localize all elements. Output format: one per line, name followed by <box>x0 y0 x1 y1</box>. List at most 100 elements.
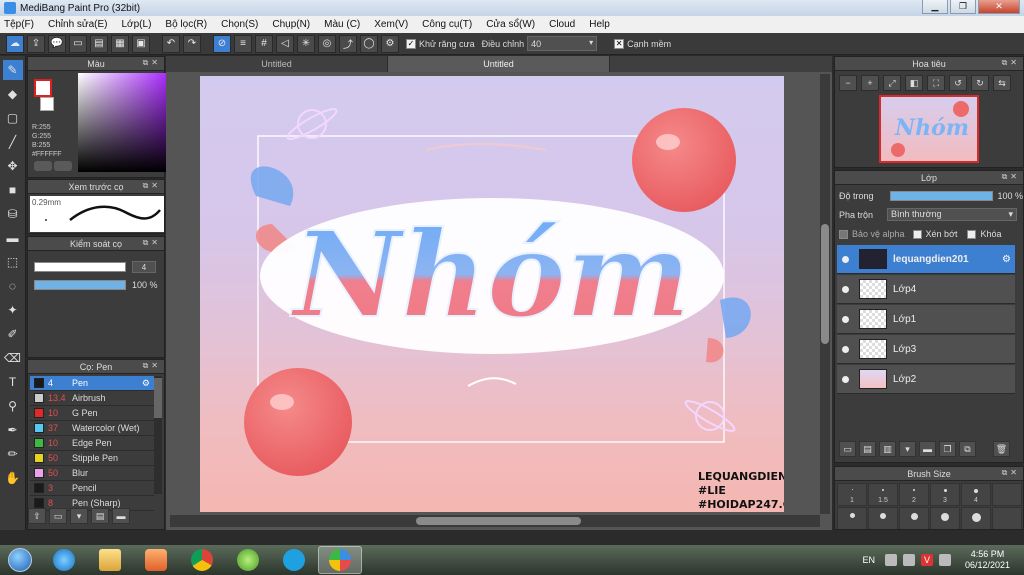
antialias-toggle[interactable]: ✓ Khử răng cưa <box>406 38 475 49</box>
soft-edge-toggle[interactable]: ✕ Cạnh mềm <box>614 38 671 49</box>
start-button[interactable] <box>0 545 40 575</box>
rotate-right-icon[interactable]: ↻ <box>971 75 989 91</box>
brush-size-cell[interactable] <box>899 507 929 529</box>
grid-snap-icon[interactable]: # <box>255 34 273 53</box>
taskbar-media[interactable] <box>134 546 178 574</box>
eraser-tool-icon[interactable]: ◆ <box>3 84 23 104</box>
canvas-vertical-scrollbar[interactable] <box>820 74 830 514</box>
fit-window-icon[interactable]: ⤢ <box>883 75 901 91</box>
gear-icon[interactable]: ⚙ <box>142 378 150 389</box>
grid-icon[interactable]: ▣ <box>132 34 150 53</box>
snap-settings-icon[interactable]: ⚙ <box>381 34 399 53</box>
brush-item-g-pen[interactable]: 10 G Pen <box>30 406 154 421</box>
delete-layer-icon[interactable]: 🗑 <box>993 441 1010 457</box>
cloud-icon[interactable]: ☁ <box>6 34 24 53</box>
copy-brush-icon[interactable]: ▤ <box>91 508 109 524</box>
text-tool-icon[interactable]: T <box>3 372 23 392</box>
eye-icon[interactable] <box>837 315 853 323</box>
layer-opacity-slider[interactable] <box>889 191 994 201</box>
eye-icon[interactable] <box>837 345 853 353</box>
redo-icon[interactable]: ↷ <box>183 34 201 53</box>
layer-item[interactable]: Lớp1 <box>837 305 1015 334</box>
taskbar-explorer[interactable] <box>88 546 132 574</box>
panel-controls-icon[interactable]: ⧉✕ <box>143 238 161 248</box>
eyedropper-tool-icon[interactable]: ✒ <box>3 420 23 440</box>
menu-window[interactable]: Cửa sổ(W) <box>486 19 535 30</box>
brush-size-cell[interactable]: 2 <box>899 483 929 506</box>
layer-item[interactable]: Lớp4 <box>837 275 1015 304</box>
menu-help[interactable]: Help <box>589 19 610 30</box>
brush-item-airbrush[interactable]: 13.4 Airbrush <box>30 391 154 406</box>
fill-shape-tool-icon[interactable]: ■ <box>3 180 23 200</box>
merge-layer-icon[interactable]: ⧉ <box>959 441 976 457</box>
select-eraser-tool-icon[interactable]: ⌫ <box>3 348 23 368</box>
foreground-color-swatch[interactable] <box>34 79 52 97</box>
eye-icon[interactable] <box>837 375 853 383</box>
layer-menu-icon[interactable]: ▾ <box>899 441 916 457</box>
layer-folder-icon[interactable]: ▬ <box>919 441 936 457</box>
brush-tool-icon[interactable]: ✎ <box>2 60 23 80</box>
protect-alpha-checkbox[interactable] <box>839 229 848 239</box>
lock-checkbox[interactable] <box>967 229 977 239</box>
panel-controls-icon[interactable]: ⧉✕ <box>143 181 161 191</box>
snap-off-icon[interactable]: ⊘ <box>213 34 231 53</box>
unikey-icon[interactable]: V <box>920 554 933 566</box>
panel-controls-icon[interactable]: ⧉✕ <box>1002 172 1020 182</box>
gradient-tool-icon[interactable]: ▬ <box>3 228 23 248</box>
panel-controls-icon[interactable]: ⧉✕ <box>143 58 161 68</box>
add-brush-icon[interactable]: ▭ <box>49 508 67 524</box>
chat-icon[interactable]: 💬 <box>48 34 66 53</box>
brush-list-scrollbar[interactable] <box>154 376 162 494</box>
brush-size-cell[interactable] <box>930 507 960 529</box>
new-layer-icon[interactable]: ▭ <box>839 441 856 457</box>
gallery-icon[interactable]: ▦ <box>111 34 129 53</box>
close-button[interactable]: ✕ <box>978 0 1020 14</box>
zoom-in-icon[interactable]: + <box>861 75 879 91</box>
brush-folder-icon[interactable]: ▬ <box>112 508 130 524</box>
background-color-swatch[interactable] <box>40 97 54 111</box>
brush-item-stipple-pen[interactable]: 50 Stipple Pen <box>30 451 154 466</box>
menu-layer[interactable]: Lớp(L) <box>122 19 152 30</box>
new-page-icon[interactable]: ▭ <box>69 34 87 53</box>
panel-controls-icon[interactable]: ⧉✕ <box>1002 58 1020 68</box>
system-clock[interactable]: 4:56 PM 06/12/2021 <box>965 549 1010 571</box>
soft-edge-checkbox[interactable]: ✕ <box>614 38 625 49</box>
brush-item-pencil[interactable]: 3 Pencil <box>30 481 154 496</box>
color-mode-button[interactable] <box>34 161 52 171</box>
brush-size-cell[interactable] <box>992 483 1022 506</box>
antialias-checkbox[interactable]: ✓ <box>406 38 416 49</box>
actual-size-icon[interactable]: ◧ <box>905 75 923 91</box>
minimize-button[interactable]: ▁ <box>922 0 948 14</box>
brush-size-cell[interactable] <box>961 507 991 529</box>
brush-menu-icon[interactable]: ▾ <box>70 508 88 524</box>
clipping-checkbox[interactable] <box>912 229 922 239</box>
menu-select[interactable]: Chọn(S) <box>221 19 258 30</box>
volume-icon[interactable] <box>938 554 951 566</box>
hand-tool-icon[interactable]: ✋ <box>3 468 23 488</box>
layer-blend-select[interactable]: Bình thường <box>887 208 1018 221</box>
tab-untitled-2[interactable]: Untitled <box>388 56 610 72</box>
brush-opacity-slider[interactable] <box>34 280 126 290</box>
document-icon[interactable]: ▤ <box>90 34 108 53</box>
brush-item-edge-pen[interactable]: 10 Edge Pen <box>30 436 154 451</box>
select-tool-icon[interactable]: ⬚ <box>3 252 23 272</box>
zoom-out-icon[interactable]: − <box>839 75 857 91</box>
parallel-snap-icon[interactable]: ≡ <box>234 34 252 53</box>
eye-icon[interactable] <box>837 285 853 293</box>
brush-item-pen[interactable]: 4 Pen ⚙ <box>30 376 154 391</box>
tray-flag-icon[interactable] <box>902 554 915 566</box>
select-pen-tool-icon[interactable]: ✐ <box>3 324 23 344</box>
brush-size-cell[interactable] <box>868 507 898 529</box>
flip-icon[interactable]: ⇆ <box>993 75 1011 91</box>
brush-item-watercolor[interactable]: 37 Watercolor (Wet) <box>30 421 154 436</box>
dropper-tool-icon[interactable]: ✏ <box>3 444 23 464</box>
taskbar-coccoc[interactable] <box>226 546 270 574</box>
lasso-tool-icon[interactable]: ◌ <box>3 276 23 296</box>
brush-size-cell[interactable]: 3 <box>930 483 960 506</box>
menu-file[interactable]: Tệp(F) <box>4 19 34 30</box>
menu-capture[interactable]: Chụp(N) <box>272 19 310 30</box>
saturation-value-picker[interactable] <box>78 73 174 172</box>
divide-tool-icon[interactable]: ⚲ <box>3 396 23 416</box>
drawing-canvas[interactable]: Nhóm LEQUANGDIEN201 #LIE #HOIDAP247.COM <box>200 76 784 512</box>
adjust-select[interactable]: 40 <box>527 36 598 51</box>
